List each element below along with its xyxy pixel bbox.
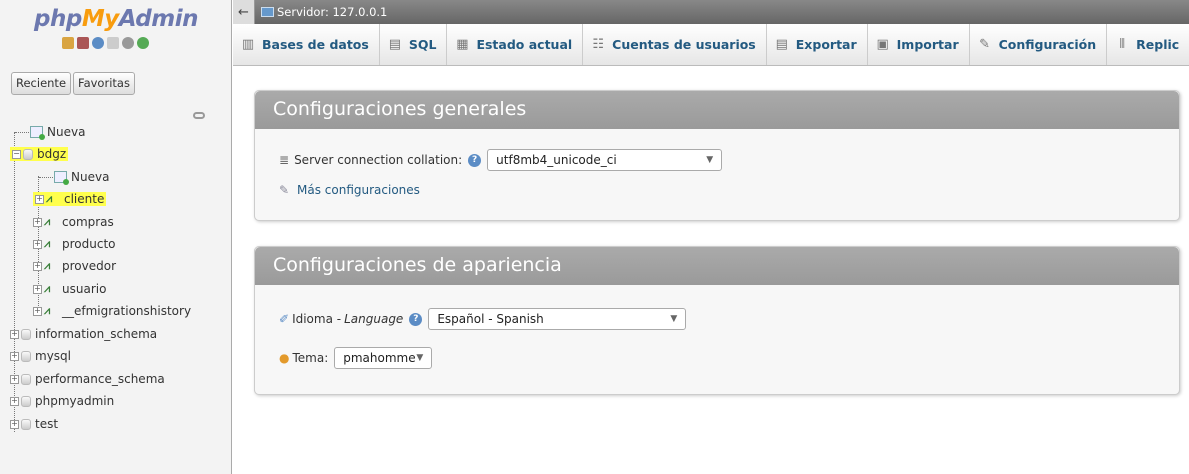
new-icon: [30, 126, 45, 140]
sql-icon: ▤: [388, 37, 401, 52]
wrench-icon: ✎: [979, 37, 991, 52]
help-icon[interactable]: [92, 37, 104, 49]
home-icon[interactable]: [62, 37, 74, 49]
tab-databases[interactable]: ▥ Bases de datos: [233, 24, 380, 65]
database-icon: [23, 148, 33, 160]
language-select[interactable]: Español - Spanish ▼: [428, 308, 687, 330]
status-icon: ▦: [456, 37, 469, 52]
theme-label: Tema:: [292, 351, 329, 365]
tree-item-new-table[interactable]: Nueva: [39, 167, 109, 187]
expand-icon[interactable]: +: [10, 374, 19, 384]
recent-tab[interactable]: Reciente: [11, 72, 72, 95]
favorites-tab[interactable]: Favoritas: [73, 72, 135, 95]
reload-icon[interactable]: [137, 37, 149, 49]
database-icon: ▥: [241, 37, 255, 52]
table-icon: ⩘: [44, 304, 51, 317]
tree-item-efmigrationshistory[interactable]: + ⩘ __efmigrationshistory: [33, 301, 191, 321]
tree-item-bdgz[interactable]: − bdgz: [10, 144, 69, 164]
theme-select[interactable]: pmahomme ▼: [334, 347, 433, 369]
top-menu-tabs: ▥ Bases de datos ▤ SQL ▦ Estado actual ☷ Cue…: [233, 24, 1189, 66]
new-icon: [54, 171, 69, 185]
tab-import[interactable]: ▣ Importar: [868, 24, 970, 65]
tree-item-phpmyadmin[interactable]: + phpmyadmin: [10, 391, 114, 411]
tree-item-mysql[interactable]: + mysql: [10, 346, 71, 366]
export-icon: ▤: [775, 37, 788, 52]
server-icon: [261, 7, 274, 17]
phpmyadmin-logo[interactable]: phpMyAdmin: [34, 6, 198, 32]
help-icon[interactable]: ?: [409, 312, 423, 326]
tree-item-usuario[interactable]: + ⩘ usuario: [33, 279, 106, 299]
tree-item-new[interactable]: Nueva: [15, 122, 85, 142]
tab-export[interactable]: ▤ Exportar: [767, 24, 868, 65]
import-icon: ▣: [876, 37, 889, 52]
tree-item-cliente[interactable]: + ⩘ cliente: [33, 189, 107, 209]
expand-icon[interactable]: +: [10, 419, 19, 429]
language-icon: ✐: [279, 312, 290, 326]
expand-icon[interactable]: +: [10, 329, 19, 339]
tree-item-producto[interactable]: + ⩘ producto: [33, 234, 116, 254]
more-settings-row: ✎ Más configuraciones: [279, 183, 420, 197]
server-breadcrumb[interactable]: Servidor: 127.0.0.1: [277, 5, 387, 19]
expand-icon[interactable]: +: [33, 284, 42, 294]
database-icon: [21, 418, 31, 430]
language-label-italic: Language: [344, 312, 404, 326]
table-icon: ⩘: [44, 282, 51, 295]
tree-item-provedor[interactable]: + ⩘ provedor: [33, 256, 116, 276]
collapse-nav-icon[interactable]: ←: [233, 0, 255, 24]
logout-icon[interactable]: [77, 37, 89, 49]
database-icon: [21, 328, 31, 340]
tree-item-test[interactable]: + test: [10, 414, 58, 434]
table-icon: ⩘: [46, 192, 53, 205]
tree-item-information-schema[interactable]: + information_schema: [10, 324, 157, 344]
general-settings-panel: Configuraciones generales ≣ Server conne…: [254, 90, 1180, 221]
expand-icon[interactable]: +: [33, 306, 42, 316]
table-icon: ⩘: [44, 237, 51, 250]
panel-title: Configuraciones generales: [255, 91, 1179, 129]
language-row: ✐ Idioma - Language ? Español - Spanish ▼: [279, 308, 687, 330]
expand-icon[interactable]: +: [10, 396, 19, 406]
list-icon: ≣: [279, 153, 290, 167]
collation-label: Server connection collation:: [294, 153, 463, 167]
collation-row: ≣ Server connection collation: ? utf8mb4…: [279, 149, 723, 171]
tab-replication[interactable]: ⫴ Replic: [1107, 24, 1189, 65]
chevron-down-icon: ▼: [670, 314, 678, 324]
docs-icon[interactable]: [107, 37, 119, 49]
nav-tabs: Reciente Favoritas: [11, 72, 135, 95]
navigation-panel: phpMyAdmin Reciente Favoritas Nueva − bdg…: [0, 0, 232, 474]
gear-icon[interactable]: [122, 37, 134, 49]
collapse-icon[interactable]: −: [12, 149, 21, 159]
expand-icon[interactable]: +: [33, 239, 42, 249]
tab-settings[interactable]: ✎ Configuración: [970, 24, 1108, 65]
tree-item-compras[interactable]: + ⩘ compras: [33, 212, 114, 232]
theme-row: ● Tema: pmahomme ▼: [279, 347, 433, 369]
replication-icon: ⫴: [1119, 37, 1125, 52]
table-icon: ⩘: [44, 215, 51, 228]
users-icon: ☷: [592, 37, 604, 52]
nav-icon-toolbar: [62, 37, 149, 49]
database-icon: [21, 395, 31, 407]
tab-status[interactable]: ▦ Estado actual: [447, 24, 584, 65]
panel-title: Configuraciones de apariencia: [255, 247, 1179, 285]
chevron-down-icon: ▼: [706, 155, 714, 165]
wrench-icon: ✎: [279, 183, 290, 197]
expand-icon[interactable]: +: [33, 217, 42, 227]
theme-icon: ●: [279, 351, 290, 365]
tree-item-performance-schema[interactable]: + performance_schema: [10, 369, 165, 389]
more-settings-link[interactable]: Más configuraciones: [297, 183, 420, 197]
link-icon[interactable]: [193, 112, 205, 119]
tab-sql[interactable]: ▤ SQL: [380, 24, 448, 65]
chevron-down-icon: ▼: [416, 353, 424, 363]
table-icon: ⩘: [44, 259, 51, 272]
appearance-settings-panel: Configuraciones de apariencia ✐ Idioma -…: [254, 246, 1180, 395]
expand-icon[interactable]: +: [33, 261, 42, 271]
collation-select[interactable]: utf8mb4_unicode_ci ▼: [487, 149, 723, 171]
help-icon[interactable]: ?: [468, 153, 482, 167]
tab-user-accounts[interactable]: ☷ Cuentas de usuarios: [583, 24, 767, 65]
database-icon: [21, 373, 31, 385]
server-breadcrumb-bar: ← Servidor: 127.0.0.1: [233, 0, 1189, 24]
expand-icon[interactable]: +: [35, 194, 44, 204]
expand-icon[interactable]: +: [10, 351, 19, 361]
database-icon: [21, 350, 31, 362]
language-label: Idioma -: [292, 312, 342, 326]
